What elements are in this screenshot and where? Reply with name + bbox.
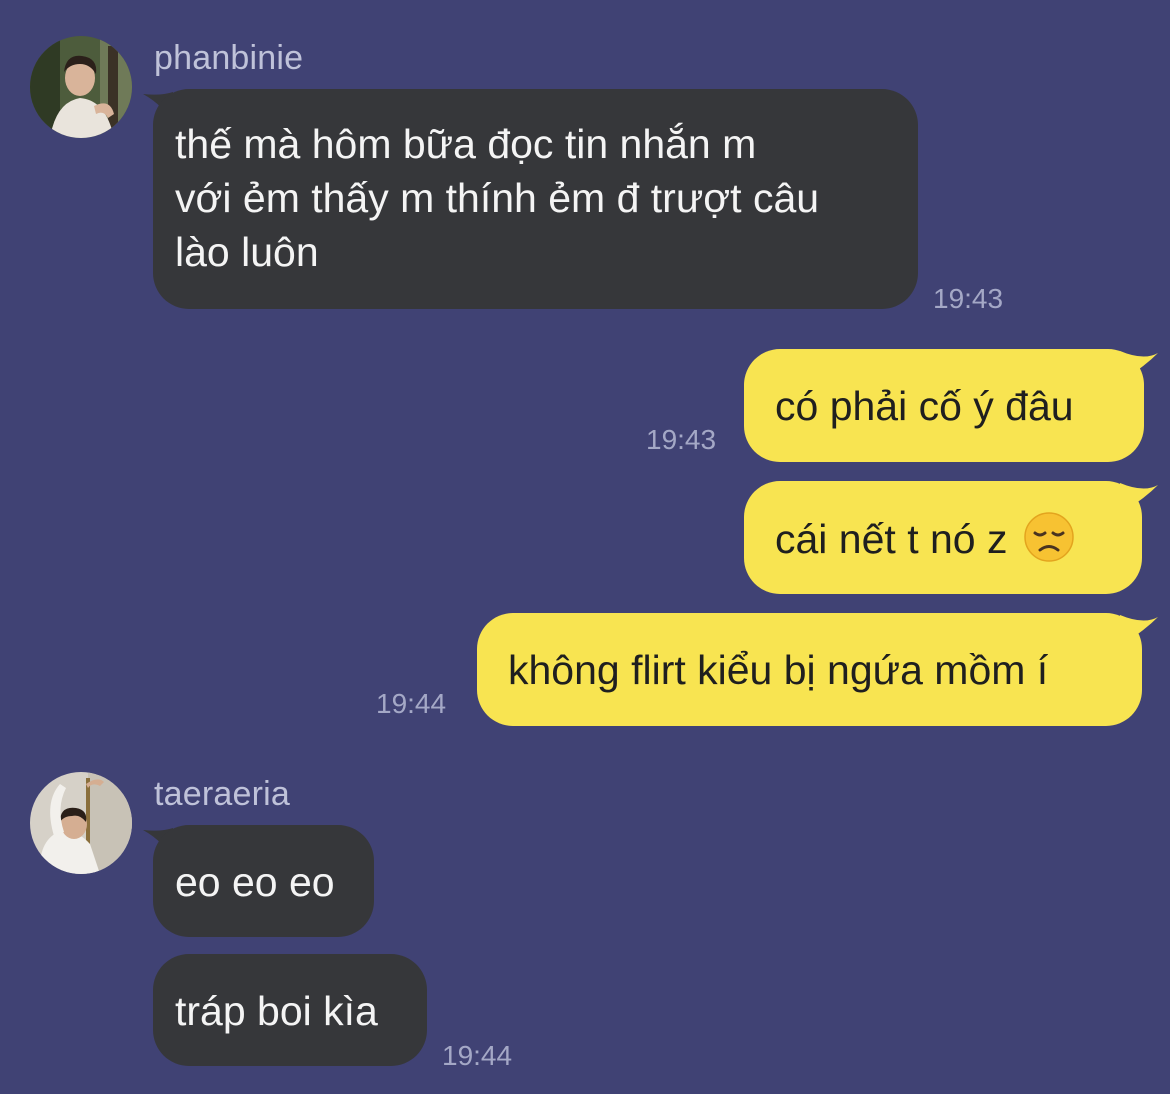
sender-name: taeraeria [154,775,290,813]
message-text: có phải cố ý đâu [775,383,1074,429]
profile-photo-icon [30,36,132,138]
disappointed-face-icon [1024,512,1074,562]
message-bubble-incoming[interactable]: thế mà hôm bữa đọc tin nhắn m với ẻm thấ… [153,89,918,309]
message-timestamp: 19:44 [442,1040,513,1071]
message-bubble-outgoing[interactable]: không flirt kiểu bị ngứa mồm í [477,613,1142,726]
message-line: lào luôn [175,229,319,275]
avatar-taeraeria[interactable] [30,772,132,874]
profile-photo-icon [30,772,132,874]
message-text: cái nết t nó z [775,516,1008,562]
bubble-tail [1120,351,1158,381]
message-timestamp: 19:44 [376,688,447,719]
message-bubble-incoming[interactable]: tráp boi kìa [153,954,427,1066]
message-line: với ẻm thấy m thính ẻm đ trượt câu [175,175,820,221]
sender-name: phanbinie [154,39,304,77]
message-bubble-outgoing[interactable]: có phải cố ý đâu [744,349,1144,462]
avatar-phanbinie[interactable] [30,36,132,138]
message-line: thế mà hôm bữa đọc tin nhắn m [175,121,757,167]
message-timestamp: 19:43 [933,283,1004,314]
bubble-tail [1120,483,1158,513]
message-bubble-incoming[interactable]: eo eo eo [153,825,374,937]
message-text: không flirt kiểu bị ngứa mồm í [508,647,1049,693]
message-bubble-outgoing[interactable]: cái nết t nó z [744,481,1142,594]
message-text: eo eo eo [175,859,335,905]
message-text: tráp boi kìa [175,988,378,1034]
message-timestamp: 19:43 [646,424,717,455]
bubble-tail [1120,615,1158,645]
